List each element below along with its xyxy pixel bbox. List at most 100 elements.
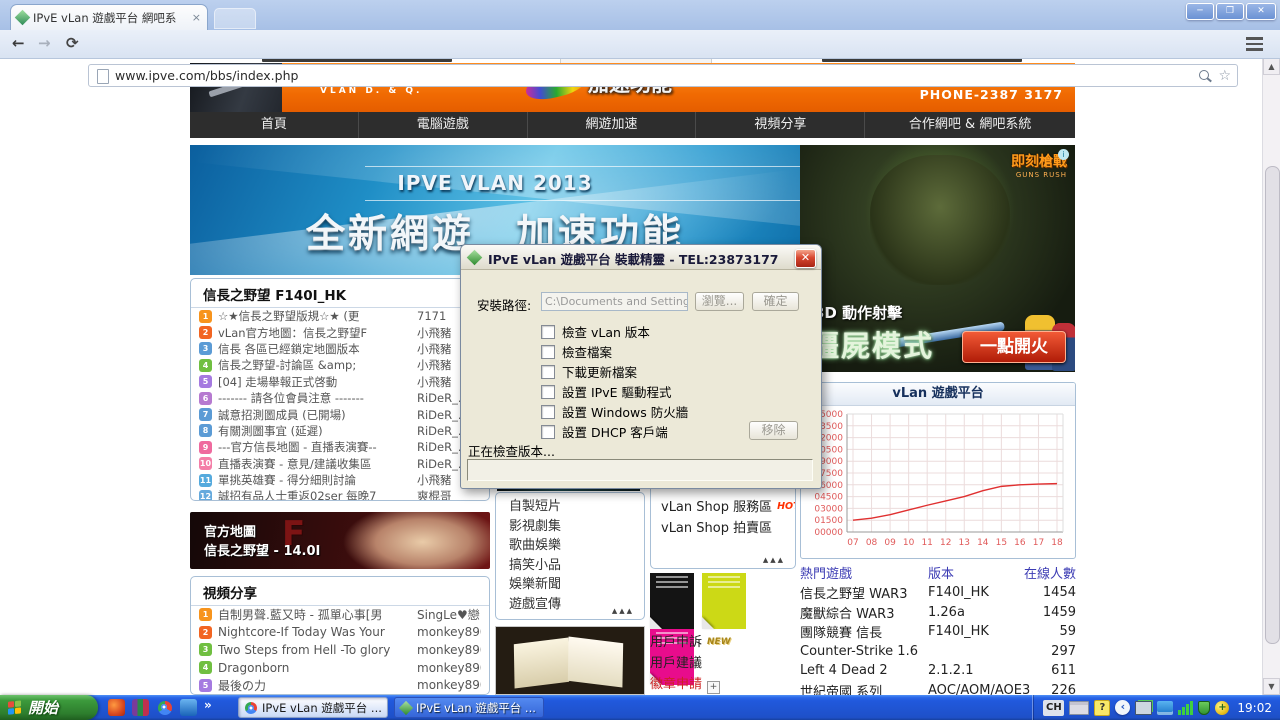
media-link[interactable]: 自製短片 bbox=[496, 497, 644, 517]
install-path-input[interactable]: C:\Documents and Settings\sa bbox=[541, 292, 688, 311]
thread-title[interactable]: 信長之野望-討論區 &amp; bbox=[218, 357, 411, 373]
official-map-banner[interactable]: F 官方地圖 信長之野望 - 14.0I bbox=[190, 512, 490, 569]
help-icon[interactable]: ? bbox=[1094, 700, 1110, 716]
video-row[interactable]: 4 Dragonborn monkey890 bbox=[191, 659, 489, 677]
browser-menu-icon[interactable] bbox=[1246, 34, 1263, 54]
forum-thread-row[interactable]: 2 vLan官方地圖：信長之野望F 小飛豬 bbox=[191, 324, 489, 340]
shop-link[interactable]: vLan Shop 拍賣區 bbox=[661, 518, 795, 539]
video-title[interactable]: 自制男聲.藍又時 - 孤單心事[男 bbox=[218, 606, 411, 623]
shop-link[interactable]: vLan Shop 服務區HOT bbox=[661, 496, 795, 518]
ad-info-icon[interactable]: i bbox=[1058, 149, 1069, 160]
bookmark-star-icon[interactable]: ☆ bbox=[1218, 66, 1231, 86]
forum-thread-row[interactable]: 1 ☆★信長之野望版規☆★ (更 7171 bbox=[191, 308, 489, 324]
thread-title[interactable]: ------- 請各位會員注意 ------- bbox=[218, 390, 411, 406]
language-indicator[interactable]: CH bbox=[1043, 700, 1064, 716]
reload-button[interactable]: ⟳ bbox=[66, 30, 79, 56]
user-link[interactable]: 徽章申請+ bbox=[650, 674, 796, 695]
taskbar-task-chrome[interactable]: IPvE vLan 遊戲平台 ... bbox=[238, 697, 388, 718]
cloud-app-icon[interactable] bbox=[1157, 701, 1173, 715]
nav-item[interactable]: 電腦遊戲 bbox=[359, 112, 528, 138]
quicklaunch-winrar-icon[interactable] bbox=[132, 699, 149, 716]
expand-icon[interactable]: + bbox=[707, 681, 720, 694]
video-row[interactable]: 3 Two Steps from Hell -To glory monkey89… bbox=[191, 641, 489, 659]
scroll-up-icon[interactable]: ▲ bbox=[1263, 58, 1280, 75]
taskbar-task-installer[interactable]: IPvE vLan 遊戲平台 ... bbox=[394, 697, 544, 718]
video-row[interactable]: 2 Nightcore-If Today Was Your monkey890 bbox=[191, 624, 489, 642]
search-icon[interactable] bbox=[1199, 70, 1209, 80]
forum-thread-row[interactable]: 7 誠意招測圖成員 (已開場) RiDeR_. bbox=[191, 406, 489, 422]
forum-thread-row[interactable]: 3 信長 各區已經鎖定地圖版本 小飛豬 bbox=[191, 341, 489, 357]
quicklaunch-chrome-icon[interactable] bbox=[158, 701, 172, 715]
dialog-checkbox-row[interactable]: 設置 DHCP 客戶端 bbox=[541, 422, 668, 441]
forum-thread-row[interactable]: 8 有關測圖事宜 (延遲) RiDeR_. bbox=[191, 423, 489, 439]
hide-icons-chevron-icon[interactable]: ‹ bbox=[1115, 700, 1130, 715]
tab-close-icon[interactable]: × bbox=[192, 11, 201, 24]
thread-title[interactable]: 單挑英雄賽 - 得分細則討論 bbox=[218, 472, 411, 488]
checkbox[interactable] bbox=[541, 325, 555, 339]
checkbox[interactable] bbox=[541, 345, 555, 359]
video-title[interactable]: 最後の力 bbox=[218, 677, 411, 694]
expand-arrows-icon[interactable]: ▲▲▲ bbox=[763, 556, 785, 564]
dialog-titlebar[interactable]: IPvE vLan 遊戲平台 裝載精靈 - TEL:23873177 ✕ bbox=[461, 245, 821, 270]
dialog-checkbox-row[interactable]: 設置 Windows 防火牆 bbox=[541, 402, 688, 421]
quicklaunch-app-icon[interactable] bbox=[180, 699, 197, 716]
user-link[interactable]: 用戶申訴NEW bbox=[650, 632, 796, 653]
thread-title[interactable]: ---官方信長地圖 - 直播表演賽-- bbox=[218, 439, 411, 455]
checkbox[interactable] bbox=[541, 425, 555, 439]
video-row[interactable]: 1 自制男聲.藍又時 - 孤單心事[男 SingLe♥戀 bbox=[191, 606, 489, 624]
dialog-checkbox-row[interactable]: 檢查檔案 bbox=[541, 342, 612, 361]
forum-thread-row[interactable]: 9 ---官方信長地圖 - 直播表演賽-- RiDeR_. bbox=[191, 439, 489, 455]
thread-title[interactable]: vLan官方地圖：信長之野望F bbox=[218, 325, 411, 341]
remove-button[interactable]: 移除 bbox=[749, 421, 798, 440]
browse-button[interactable]: 瀏覽... bbox=[695, 292, 744, 311]
shield-icon[interactable] bbox=[1198, 701, 1210, 715]
browser-tab[interactable]: IPvE vLan 遊戲平台 網吧系 × bbox=[10, 4, 208, 30]
thread-title[interactable]: 有關測圖事宜 (延遲) bbox=[218, 423, 411, 439]
checkbox[interactable] bbox=[541, 365, 555, 379]
game-ad-banner[interactable]: 即刻槍戰 GUNS RUSH i 3D 動作射擊 殭屍模式 一點開火 bbox=[800, 145, 1075, 372]
quicklaunch-overflow-chevron[interactable]: » bbox=[204, 698, 212, 712]
dialog-checkbox-row[interactable]: 設置 IPvE 驅動程式 bbox=[541, 382, 671, 401]
forward-button[interactable]: → bbox=[38, 30, 51, 56]
media-link[interactable]: 影視劇集 bbox=[496, 517, 644, 537]
window-close-button[interactable]: ✕ bbox=[1246, 3, 1276, 20]
thread-title[interactable]: 直播表演賽 - 意見/建議收集區 bbox=[218, 456, 411, 472]
window-restore-button[interactable]: ❐ bbox=[1216, 3, 1244, 20]
forum-thread-row[interactable]: 5 [04] 走場舉報正式啓動 小飛豬 bbox=[191, 374, 489, 390]
forum-thread-row[interactable]: 6 ------- 請各位會員注意 ------- RiDeR_. bbox=[191, 390, 489, 406]
sample-card-lime[interactable] bbox=[702, 573, 746, 629]
media-link[interactable]: 娛樂新聞 bbox=[496, 575, 644, 595]
quicklaunch-messenger-icon[interactable] bbox=[108, 699, 125, 716]
thread-title[interactable]: [04] 走場舉報正式啓動 bbox=[218, 374, 411, 390]
forum-thread-row[interactable]: 12 誠招有品人士重返02ser 每晚7 爽棍哥 bbox=[191, 488, 489, 501]
dialog-checkbox-row[interactable]: 檢查 vLan 版本 bbox=[541, 322, 650, 341]
user-link[interactable]: 用戶建議 bbox=[650, 653, 796, 674]
url-text[interactable]: www.ipve.com/bbs/index.php bbox=[115, 65, 298, 86]
nav-item[interactable]: 視頻分享 bbox=[696, 112, 865, 138]
sample-card-black[interactable] bbox=[650, 573, 694, 629]
nav-item[interactable]: 首頁 bbox=[190, 112, 359, 138]
thread-title[interactable]: 信長 各區已經鎖定地圖版本 bbox=[218, 341, 411, 357]
checkbox[interactable] bbox=[541, 385, 555, 399]
dialog-checkbox-row[interactable]: 下載更新檔案 bbox=[541, 362, 637, 381]
thread-title[interactable]: ☆★信長之野望版規☆★ (更 bbox=[218, 308, 411, 324]
video-title[interactable]: Dragonborn bbox=[218, 661, 411, 675]
new-tab-button[interactable] bbox=[214, 8, 256, 29]
signal-bars-icon[interactable] bbox=[1178, 701, 1193, 715]
update-icon[interactable]: + bbox=[1215, 701, 1229, 715]
checkbox[interactable] bbox=[541, 405, 555, 419]
address-bar[interactable]: www.ipve.com/bbs/index.php ☆ bbox=[88, 64, 1238, 87]
scrollbar-thumb[interactable] bbox=[1265, 166, 1280, 644]
ok-button[interactable]: 確定 bbox=[752, 292, 799, 311]
media-link[interactable]: 搞笑小品 bbox=[496, 556, 644, 576]
scrollbar[interactable]: ▲ ▼ bbox=[1262, 58, 1280, 695]
forum-thread-row[interactable]: 11 單挑英雄賽 - 得分細則討論 小飛豬 bbox=[191, 472, 489, 488]
back-button[interactable]: ← bbox=[12, 30, 25, 56]
thread-title[interactable]: 誠招有品人士重返02ser 每晚7 bbox=[218, 488, 411, 501]
video-title[interactable]: Two Steps from Hell -To glory bbox=[218, 643, 411, 657]
start-button[interactable]: 開始 bbox=[0, 695, 98, 720]
media-link[interactable]: 歌曲娛樂 bbox=[496, 536, 644, 556]
network-icon[interactable] bbox=[1135, 701, 1152, 715]
video-title[interactable]: Nightcore-If Today Was Your bbox=[218, 625, 411, 639]
nav-item[interactable]: 合作網吧 & 網吧系統 bbox=[865, 112, 1075, 138]
